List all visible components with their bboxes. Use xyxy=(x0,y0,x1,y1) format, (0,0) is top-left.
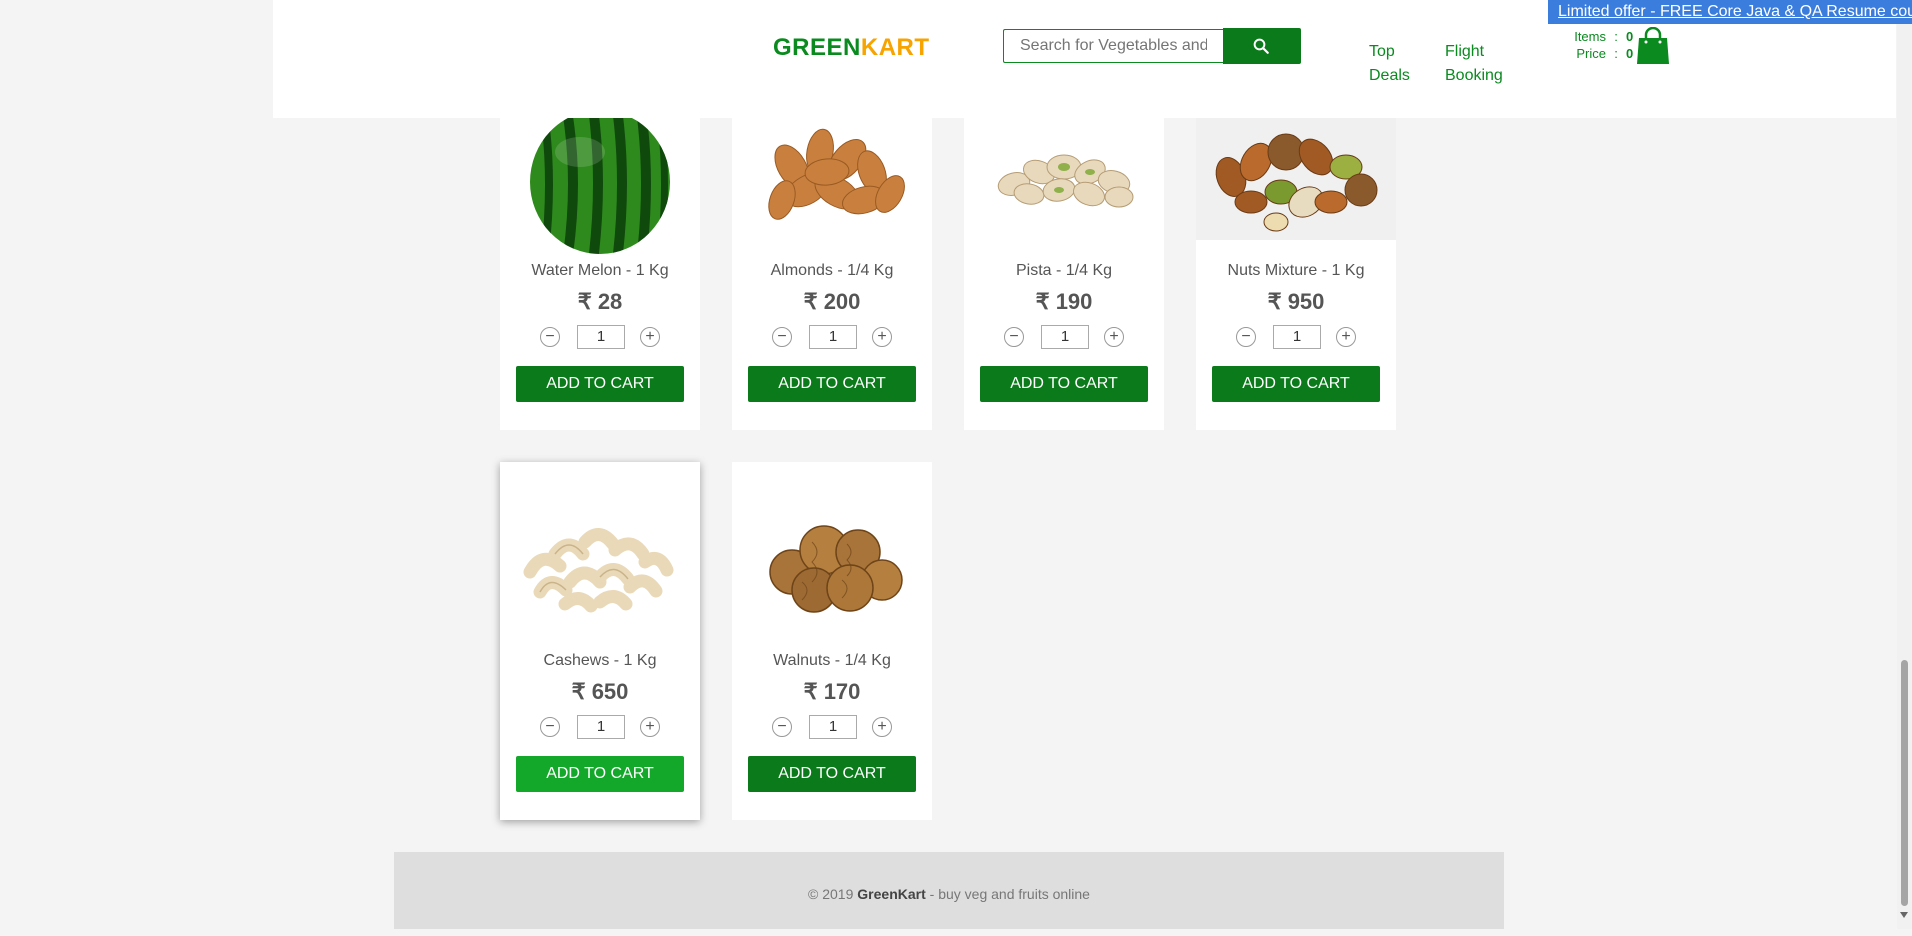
increment-button[interactable]: + xyxy=(640,717,660,737)
product-name: Pista - 1/4 Kg xyxy=(1015,262,1113,279)
product-price: ₹ 190 xyxy=(1035,289,1093,314)
brand-green: GREEN xyxy=(773,34,861,61)
product-price: ₹ 650 xyxy=(571,679,629,704)
walnuts-image xyxy=(769,525,903,613)
decrement-button[interactable]: − xyxy=(540,717,560,737)
footer-tagline: - buy veg and fruits online xyxy=(929,886,1090,902)
add-to-cart-button[interactable]: ADD TO CART xyxy=(748,366,916,402)
product-price: ₹ 170 xyxy=(803,679,861,704)
product-name: Nuts Mixture - 1 Kg xyxy=(1227,262,1365,279)
quantity-input[interactable]: 1 xyxy=(809,325,857,349)
nav-top-deals-line2: Deals xyxy=(1369,67,1410,84)
product-price: ₹ 28 xyxy=(577,289,623,314)
decrement-button[interactable]: − xyxy=(1236,327,1256,347)
quantity-stepper: − 1 + xyxy=(772,715,892,741)
cashews-image xyxy=(523,528,674,613)
quantity-input[interactable]: 1 xyxy=(1041,325,1089,349)
cart-summary: Items : 0 Price : 0 xyxy=(1550,28,1633,62)
nav-top-deals-line1: Top xyxy=(1369,43,1395,60)
product-price: ₹ 950 xyxy=(1267,289,1325,314)
increment-button[interactable]: + xyxy=(1336,327,1356,347)
product-name: Cashews - 1 Kg xyxy=(543,652,657,669)
decrement-button[interactable]: − xyxy=(772,717,792,737)
nav-flight-booking-line2: Booking xyxy=(1445,67,1503,84)
product-name: Walnuts - 1/4 Kg xyxy=(773,652,891,669)
add-to-cart-button[interactable]: ADD TO CART xyxy=(748,756,916,792)
quantity-stepper: − 1 + xyxy=(540,325,660,351)
page-scrollbar[interactable] xyxy=(1897,0,1912,929)
price-label: Price xyxy=(1576,46,1606,61)
increment-button[interactable]: + xyxy=(1104,327,1124,347)
product-price: ₹ 200 xyxy=(803,289,861,314)
product-name: Almonds - 1/4 Kg xyxy=(770,262,894,279)
add-to-cart-button[interactable]: ADD TO CART xyxy=(1212,366,1380,402)
items-separator: : xyxy=(1614,29,1618,44)
quantity-stepper: − 1 + xyxy=(540,715,660,741)
product-card: Nuts Mixture - 1 Kg ₹ 950 − 1 + ADD TO C… xyxy=(1196,72,1396,430)
quantity-input[interactable]: 1 xyxy=(577,715,625,739)
product-card: Walnuts - 1/4 Kg ₹ 170 − 1 + ADD TO CART xyxy=(732,462,932,820)
items-count: 0 xyxy=(1626,29,1634,44)
decrement-button[interactable]: − xyxy=(772,327,792,347)
add-to-cart-button[interactable]: ADD TO CART xyxy=(516,756,684,792)
decrement-button[interactable]: − xyxy=(540,327,560,347)
product-card: Almonds - 1/4 Kg ₹ 200 − 1 + ADD TO CART xyxy=(732,72,932,430)
nav-flight-booking[interactable]: Flight Booking xyxy=(1445,40,1515,88)
increment-button[interactable]: + xyxy=(640,327,660,347)
quantity-stepper: − 1 + xyxy=(1004,325,1124,351)
greenkart-logo[interactable]: GREENKART xyxy=(773,34,930,62)
footer-brand: GreenKart xyxy=(857,886,926,902)
increment-button[interactable]: + xyxy=(872,327,892,347)
cart-button[interactable] xyxy=(1636,26,1670,70)
product-card: Water Melon - 1 Kg ₹ 28 − 1 + ADD TO CAR… xyxy=(500,72,700,430)
shopping-bag-icon xyxy=(1637,26,1669,64)
price-total: 0 xyxy=(1626,46,1634,61)
quantity-stepper: − 1 + xyxy=(772,325,892,351)
decrement-button[interactable]: − xyxy=(1004,327,1024,347)
quantity-stepper: − 1 + xyxy=(1236,325,1356,351)
quantity-input[interactable]: 1 xyxy=(577,325,625,349)
site-footer: © 2019 GreenKart - buy veg and fruits on… xyxy=(394,852,1504,929)
copyright-text: © 2019 xyxy=(808,886,854,902)
quantity-input[interactable]: 1 xyxy=(809,715,857,739)
increment-button[interactable]: + xyxy=(872,717,892,737)
add-to-cart-button[interactable]: ADD TO CART xyxy=(516,366,684,402)
nav-top-deals[interactable]: Top Deals xyxy=(1369,40,1439,88)
price-separator: : xyxy=(1614,46,1618,61)
search-input[interactable] xyxy=(1003,29,1223,63)
site-header: Limited offer - FREE Core Java & QA Resu… xyxy=(273,0,1912,118)
scrollbar-thumb[interactable] xyxy=(1901,660,1908,906)
quantity-input[interactable]: 1 xyxy=(1273,325,1321,349)
brand-kart: KART xyxy=(860,34,930,61)
product-name: Water Melon - 1 Kg xyxy=(531,262,669,279)
items-label: Items xyxy=(1574,29,1606,44)
search-icon xyxy=(1253,38,1269,54)
scroll-down-arrow-icon[interactable] xyxy=(1900,912,1908,918)
product-card: Pista - 1/4 Kg ₹ 190 − 1 + ADD TO CART xyxy=(964,72,1164,430)
limited-offer-link[interactable]: Limited offer - FREE Core Java & QA Resu… xyxy=(1548,0,1912,24)
product-card: Cashews - 1 Kg ₹ 650 − 1 + ADD TO CART xyxy=(500,462,700,820)
search-button[interactable] xyxy=(1223,28,1301,64)
nav-flight-booking-line1: Flight xyxy=(1445,43,1485,60)
add-to-cart-button[interactable]: ADD TO CART xyxy=(980,366,1148,402)
search-bar xyxy=(1003,28,1301,65)
